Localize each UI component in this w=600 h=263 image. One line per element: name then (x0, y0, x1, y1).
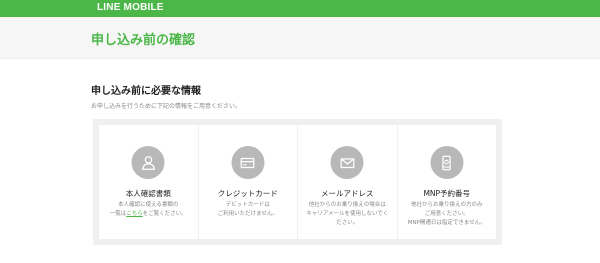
card-title: メールアドレス (321, 189, 374, 198)
page-title: 申し込み前の確認 (91, 33, 196, 48)
identity-documents-link[interactable]: こちら (126, 211, 143, 217)
phone-icon (430, 146, 464, 179)
card-desc-line: をご覧ください。 (142, 211, 187, 217)
card-credit-card: クレジットカード デビットカードは ご利用いただけません。 (199, 125, 298, 239)
required-info-box: 本人確認書類 本人確認に使える書類の 一覧はこちらをご覧ください。 クレジットカ… (93, 119, 502, 245)
card-title: 本人確認書類 (125, 189, 171, 198)
card-mnp-number: MNP予約番号 他社からお乗り換えの方のみ ご用意ください。 MNP開通日は指定… (398, 125, 497, 239)
card-desc-line: デビットカードは (225, 202, 270, 208)
page-title-band: 申し込み前の確認 (0, 17, 600, 59)
brand-logo[interactable]: LINE MOBILE (97, 2, 164, 13)
card-desc-line: 一覧は (109, 211, 127, 217)
mail-icon (330, 146, 364, 179)
card-desc-line: キャリアメールを使用しないでく (306, 211, 389, 217)
card-desc-line: MNP開通日は指定できません。 (407, 220, 486, 226)
card-email-address: メールアドレス 他社からのお乗り換えの場合は キャリアメールを使用しないでく だ… (298, 125, 398, 239)
card-description: 他社からのお乗り換えの場合は キャリアメールを使用しないでく ださい。 (302, 201, 393, 228)
person-icon (131, 146, 165, 179)
card-desc-line: ださい。 (336, 220, 359, 226)
required-info-cards: 本人確認書類 本人確認に使える書類の 一覧はこちらをご覧ください。 クレジットカ… (99, 125, 496, 239)
section-subtitle: お申し込みを行うために下記の情報をご用意ください。 (91, 103, 242, 110)
card-identity-document: 本人確認書類 本人確認に使える書類の 一覧はこちらをご覧ください。 (99, 125, 199, 239)
card-title: MNP予約番号 (423, 189, 471, 198)
section-title: 申し込み前に必要な情報 (91, 86, 201, 97)
card-title: クレジットカード (217, 189, 278, 198)
card-desc-line: ご利用いただけません。 (217, 211, 278, 217)
card-description: 本人確認に使える書類の 一覧はこちらをご覧ください。 (103, 201, 194, 219)
top-bar: LINE MOBILE (0, 0, 600, 17)
card-desc-line: 本人確認に使える書類の (118, 202, 179, 208)
card-desc-line: 他社からのお乗り換えの場合は (308, 202, 386, 208)
card-description: 他社からお乗り換えの方のみ ご用意ください。 MNP開通日は指定できません。 (402, 201, 493, 228)
card-description: デビットカードは ご利用いただけません。 (203, 201, 294, 219)
card-desc-line: ご用意ください。 (424, 211, 469, 217)
card-desc-line: 他社からお乗り換えの方のみ (410, 202, 483, 208)
credit-card-icon (231, 146, 265, 179)
